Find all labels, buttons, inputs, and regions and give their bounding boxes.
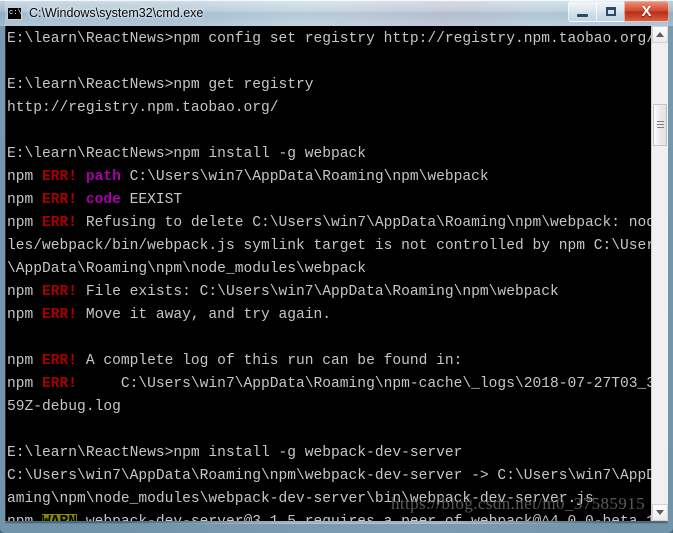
close-icon: X <box>641 3 652 20</box>
maximize-button[interactable] <box>596 1 625 22</box>
window-frame <box>0 0 673 533</box>
window-titlebar[interactable]: C:\Windows\system32\cmd.exe X <box>0 0 673 26</box>
close-button[interactable]: X <box>624 1 669 22</box>
window-controls: X <box>568 1 669 22</box>
cmd-window: E:\learn\ReactNews>npm config set regist… <box>0 0 673 533</box>
minimize-button[interactable] <box>568 1 597 22</box>
window-title: C:\Windows\system32\cmd.exe <box>29 6 204 20</box>
maximize-icon <box>605 7 616 16</box>
minimize-icon <box>577 13 588 17</box>
cmd-icon <box>7 6 22 20</box>
